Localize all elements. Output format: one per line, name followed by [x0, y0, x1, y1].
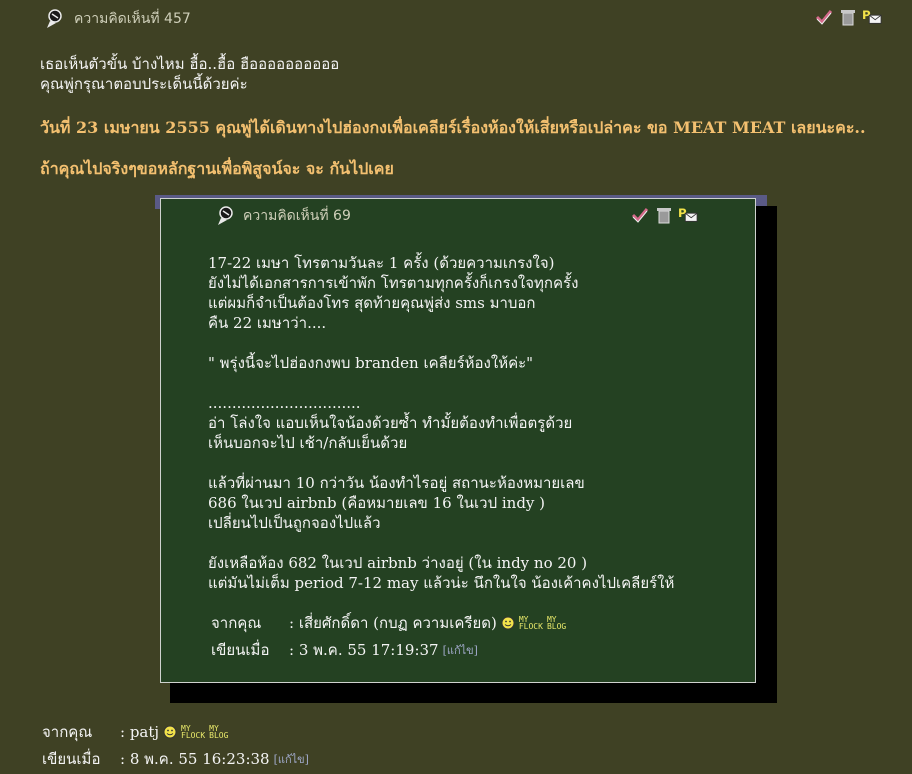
quote-line: คืน 22 เมษาว่า....: [208, 314, 327, 332]
quote-header: ความคิดเห็นที่ 69: [215, 204, 351, 228]
quote-line: ยังไม่ได้เอกสารการเข้าพัก โทรตามทุกครั้ง…: [208, 274, 579, 292]
highlight-line: ถ้าคุณไปจริงๆขอหลักฐานเพื่อพิสูจน์จะ จะ …: [40, 159, 394, 178]
quote-title: ความคิดเห็นที่ 69: [243, 208, 351, 224]
vote-check-icon[interactable]: [814, 7, 834, 27]
quote-author-row: จากคุณ : เสี่ยศักดิ์ดา (กบฏ ความเครียด) …: [211, 611, 566, 635]
quote-time-row: เขียนเมื่อ : 3 พ.ค. 55 17:19:37 [แก้ไข]: [211, 638, 478, 662]
myblog-badge[interactable]: MY BLOG: [546, 616, 567, 631]
quote-actions: P: [630, 205, 698, 225]
pin-icon: [47, 9, 62, 28]
myflock-myblog-badge[interactable]: MY FLOCK: [518, 616, 543, 631]
author-label: จากคุณ: [42, 723, 93, 741]
comment-page: ความคิดเห็นที่ 457 P เธอเห็นตัวขั้น บ้าง…: [0, 0, 912, 774]
quote-line: แต่ผมก็จำเป็นต้องโทร สุดท้ายคุณพู่ส่ง sm…: [208, 294, 536, 312]
quoted-comment: ความคิดเห็นที่ 69 17-22 เมษา โทรตามวันละ…: [160, 198, 756, 683]
edit-link[interactable]: [แก้ไข]: [443, 641, 478, 659]
private-message-icon[interactable]: P: [678, 205, 698, 225]
time-label: เขียนเมื่อ: [42, 750, 101, 768]
comment-body: เธอเห็นตัวขั้น บ้างไหม ฮื้อ..ฮื้อ ฮืออออ…: [40, 54, 339, 94]
quote-body: 17-22 เมษา โทรตามวันละ 1 ครั้ง (ด้วยความ…: [208, 253, 674, 593]
badge-flock: FLOCK: [181, 731, 206, 740]
quote-line: 686 ในเวป airbnb (คือหมายเลข 16 ในเวป in…: [208, 494, 546, 512]
private-message-icon[interactable]: P: [862, 7, 882, 27]
badge-blog: BLOG: [546, 622, 567, 631]
comment-author-row: จากคุณ : patj MY FLOCK MY BLOG: [42, 720, 228, 744]
comment-line: คุณพู่กรุณาตอบประเด็นนี้ด้วยค่ะ: [40, 75, 248, 93]
comment-header: ความคิดเห็นที่ 457: [44, 6, 191, 32]
quote-line: อ่า โล่งใจ แอบเห็นใจน้องด้วยซ้ำ ทำมั้ยต้…: [208, 414, 573, 432]
trash-icon[interactable]: [654, 205, 674, 225]
time-label: เขียนเมื่อ: [211, 641, 270, 659]
edit-link[interactable]: [แก้ไข]: [274, 750, 309, 768]
trash-icon[interactable]: [838, 7, 858, 27]
quote-line: " พรุ่งนี้จะไปฮ่องกงพบ branden เคลียร์ห้…: [208, 354, 534, 372]
quote-line: ยังเหลือห้อง 682 ในเวป airbnb ว่างอยู่ (…: [208, 554, 588, 572]
smiley-icon: [163, 725, 177, 739]
vote-check-icon[interactable]: [630, 205, 650, 225]
author-name[interactable]: : patj: [120, 723, 159, 741]
myflock-badge[interactable]: MY FLOCK: [181, 725, 206, 740]
author-label: จากคุณ: [211, 614, 262, 632]
quote-line: ................................: [208, 394, 361, 412]
comment-line: เธอเห็นตัวขั้น บ้างไหม ฮื้อ..ฮื้อ ฮืออออ…: [40, 55, 340, 73]
author-name[interactable]: : เสี่ยศักดิ์ดา (กบฏ ความเครียด): [289, 611, 497, 635]
comment-time-row: เขียนเมื่อ : 8 พ.ค. 55 16:23:38 [แก้ไข]: [42, 747, 309, 771]
quote-line: 17-22 เมษา โทรตามวันละ 1 ครั้ง (ด้วยความ…: [208, 254, 555, 272]
pin-icon: [218, 206, 233, 225]
smiley-icon: [501, 616, 515, 630]
quote-line: แล้วที่ผ่านมา 10 กว่าวัน น้องทำไรอยู่ สถ…: [208, 474, 585, 492]
comment-actions: P: [814, 7, 882, 27]
badge-blog: BLOG: [209, 731, 229, 740]
myblog-badge[interactable]: MY BLOG: [209, 725, 229, 740]
highlight-line: วันที่ 23 เมษายน 2555 คุณพู่ได้เดินทางไป…: [40, 118, 866, 137]
quote-line: เปลี่ยนไปเป็นถูกจองไปแล้ว: [208, 514, 381, 532]
comment-title: ความคิดเห็นที่ 457: [74, 11, 191, 27]
badge-flock: FLOCK: [518, 622, 543, 631]
post-time: : 3 พ.ค. 55 17:19:37: [289, 641, 439, 659]
quote-line: แต่มันไม่เต็ม period 7-12 may แล้วน่ะ นึ…: [208, 574, 675, 592]
quote-line: เห็นบอกจะไป เช้า/กลับเย็นด้วย: [208, 434, 408, 452]
post-time: : 8 พ.ค. 55 16:23:38: [120, 750, 270, 768]
